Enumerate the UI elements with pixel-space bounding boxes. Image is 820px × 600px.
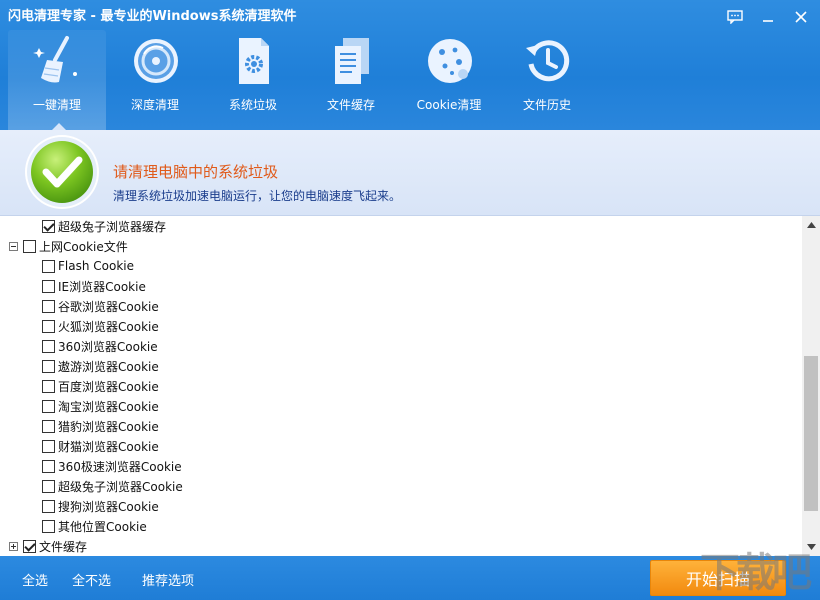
tab-label: 一键清理: [32, 98, 81, 112]
item-label: 淘宝浏览器Cookie: [58, 399, 159, 414]
tree-item-row[interactable]: 360浏览器Cookie: [42, 336, 158, 356]
banner-title: 请清理电脑中的系统垃圾: [113, 163, 279, 181]
item-label: 猎豹浏览器Cookie: [58, 419, 159, 434]
history-clock-icon: [526, 40, 570, 82]
item-label: 百度浏览器Cookie: [58, 379, 159, 394]
tree-item-row[interactable]: IE浏览器Cookie: [42, 276, 146, 296]
close-icon[interactable]: [790, 6, 812, 28]
tree-item-row[interactable]: 猎豹浏览器Cookie: [42, 416, 159, 436]
collapse-icon[interactable]: [9, 241, 18, 251]
tree-item-row[interactable]: 谷歌浏览器Cookie: [42, 296, 159, 316]
scrollbar-thumb[interactable]: [804, 356, 818, 511]
clean-items-tree: 超级兔子浏览器缓存上网Cookie文件 Flash Cookie IE浏览器Cook…: [0, 216, 820, 556]
app-window: 闪电清理专家 - 最专业的Windows系统清理软件 一键清理 深度清理 系统垃…: [0, 0, 820, 600]
tab-cookie-clean[interactable]: Cookie清理: [400, 30, 498, 130]
tab-deep-clean[interactable]: 深度清理: [106, 30, 204, 130]
minimize-icon[interactable]: [757, 6, 779, 28]
item-checkbox[interactable]: [42, 519, 55, 533]
tree-item-row[interactable]: 遨游浏览器Cookie: [42, 356, 159, 376]
tree-item-row[interactable]: 财猫浏览器Cookie: [42, 436, 159, 456]
tab-label: Cookie清理: [416, 98, 482, 112]
item-label: 文件缓存: [39, 539, 88, 554]
tab-one-click-clean[interactable]: 一键清理: [8, 30, 106, 131]
item-label: 上网Cookie文件: [39, 239, 128, 254]
status-banner: 请清理电脑中的系统垃圾 清理系统垃圾加速电脑运行，让您的电脑速度飞起来。: [0, 130, 820, 216]
tab-file-cache[interactable]: 文件缓存: [302, 30, 400, 130]
item-label: 超级兔子浏览器缓存: [58, 219, 167, 234]
broom-icon: [33, 36, 77, 83]
item-checkbox[interactable]: [23, 539, 36, 553]
tree-item-row[interactable]: 淘宝浏览器Cookie: [42, 396, 159, 416]
item-checkbox[interactable]: [23, 239, 36, 253]
item-checkbox[interactable]: [42, 499, 55, 513]
item-checkbox[interactable]: [42, 459, 55, 473]
disk-icon: [134, 39, 178, 83]
item-checkbox[interactable]: [42, 279, 55, 293]
main-nav: 一键清理 深度清理 系统垃圾 文件缓存 Cookie清理 文件历史: [8, 30, 596, 131]
checkmark-icon: [25, 135, 99, 209]
item-label: Flash Cookie: [58, 259, 134, 273]
header: 闪电清理专家 - 最专业的Windows系统清理软件 一键清理 深度清理 系统垃…: [0, 0, 820, 131]
window-title: 闪电清理专家 - 最专业的Windows系统清理软件: [8, 9, 297, 24]
tab-system-junk[interactable]: 系统垃圾: [204, 30, 302, 130]
item-checkbox[interactable]: [42, 439, 55, 453]
recommended-options-link[interactable]: 推荐选项: [142, 570, 194, 589]
footer-bar: 全选 全不选 推荐选项 开始扫描: [0, 556, 820, 600]
item-checkbox[interactable]: [42, 399, 55, 413]
item-label: 360浏览器Cookie: [58, 339, 158, 354]
tree-group-row[interactable]: 上网Cookie文件: [9, 236, 128, 256]
scroll-up-icon[interactable]: [802, 216, 820, 234]
feedback-icon[interactable]: [724, 6, 746, 28]
item-checkbox[interactable]: [42, 379, 55, 393]
item-label: 遨游浏览器Cookie: [58, 359, 159, 374]
select-none-link[interactable]: 全不选: [72, 570, 111, 589]
tree-item-row[interactable]: 火狐浏览器Cookie: [42, 316, 159, 336]
item-label: 超级兔子浏览器Cookie: [58, 479, 183, 494]
item-checkbox[interactable]: [42, 219, 55, 233]
item-label: IE浏览器Cookie: [58, 279, 146, 294]
item-label: 谷歌浏览器Cookie: [58, 299, 159, 314]
tree-item-row[interactable]: Flash Cookie: [42, 256, 134, 276]
item-checkbox[interactable]: [42, 419, 55, 433]
tree-item-row[interactable]: 超级兔子浏览器Cookie: [42, 476, 183, 496]
item-checkbox[interactable]: [42, 259, 55, 273]
item-label: 360极速浏览器Cookie: [58, 459, 182, 474]
tab-label: 文件缓存: [326, 98, 375, 112]
item-checkbox[interactable]: [42, 339, 55, 353]
tree-item-row[interactable]: 搜狗浏览器Cookie: [42, 496, 159, 516]
item-label: 火狐浏览器Cookie: [58, 319, 159, 334]
item-label: 财猫浏览器Cookie: [58, 439, 159, 454]
tree-item-row[interactable]: 360极速浏览器Cookie: [42, 456, 182, 476]
tree-group-row[interactable]: 文件缓存: [9, 536, 87, 556]
tree-item-row[interactable]: 百度浏览器Cookie: [42, 376, 159, 396]
tree-item-row[interactable]: 其他位置Cookie: [42, 516, 147, 536]
item-checkbox[interactable]: [42, 359, 55, 373]
tree-item-row[interactable]: 超级兔子浏览器缓存: [42, 216, 166, 236]
vertical-scrollbar[interactable]: [802, 216, 820, 556]
expand-icon[interactable]: [9, 541, 18, 551]
gear-file-icon: [239, 38, 269, 84]
tab-label: 深度清理: [130, 98, 179, 112]
watermark: 下载吧: [700, 550, 812, 596]
banner-subtitle: 清理系统垃圾加速电脑运行，让您的电脑速度飞起来。: [113, 189, 402, 203]
select-all-link[interactable]: 全选: [22, 570, 48, 589]
item-label: 搜狗浏览器Cookie: [58, 499, 159, 514]
item-label: 其他位置Cookie: [58, 519, 147, 534]
tab-file-history[interactable]: 文件历史: [498, 30, 596, 130]
tree-list: 超级兔子浏览器缓存上网Cookie文件 Flash Cookie IE浏览器Cook…: [0, 216, 802, 556]
tab-label: 系统垃圾: [228, 98, 277, 112]
documents-icon: [335, 38, 369, 84]
cookie-icon: [428, 39, 472, 83]
tab-label: 文件历史: [522, 98, 571, 112]
item-checkbox[interactable]: [42, 299, 55, 313]
item-checkbox[interactable]: [42, 319, 55, 333]
item-checkbox[interactable]: [42, 479, 55, 493]
